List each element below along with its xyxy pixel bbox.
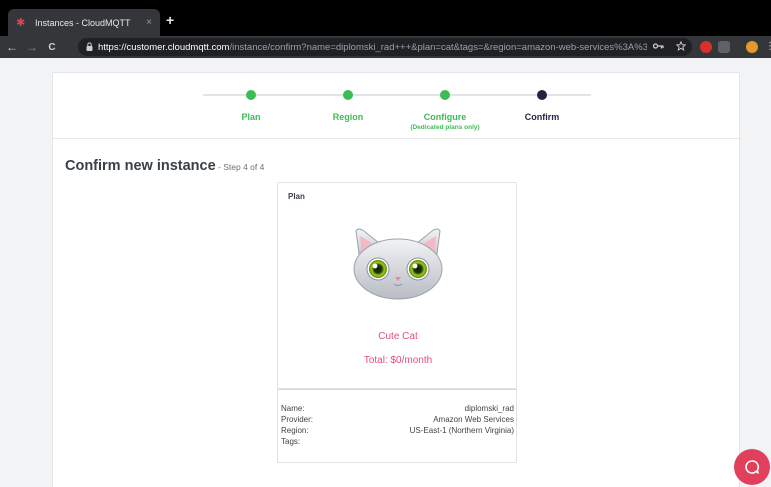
page-title: Confirm new instance - Step 4 of 4	[65, 157, 264, 175]
chat-button[interactable]	[734, 449, 770, 485]
detail-row-provider: Provider: Amazon Web Services	[281, 414, 514, 425]
progress-track-done	[251, 94, 543, 96]
step-sublabel-configure: (Dedicated plans only)	[410, 124, 480, 131]
plan-total: Total: $0/month	[363, 355, 433, 366]
detail-label: Name:	[281, 404, 305, 413]
detail-value: US-East-1 (Northern Virginia)	[409, 426, 514, 435]
browser-toolbar: ← → C https://customer.cloudmqtt.com/ins…	[0, 36, 771, 58]
detail-row-tags: Tags:	[281, 436, 514, 447]
step-dot-confirm	[537, 90, 547, 100]
address-bar[interactable]: https://customer.cloudmqtt.com/instance/…	[78, 38, 692, 56]
cloudmqtt-favicon-icon: ✱	[16, 16, 26, 29]
reload-icon[interactable]: C	[44, 42, 60, 53]
menu-icon[interactable]: ⋮	[765, 41, 771, 53]
page-title-text: Confirm new instance	[65, 158, 216, 174]
main-card: Plan Region Configure (Dedicated plans o…	[52, 72, 741, 487]
star-icon[interactable]	[675, 40, 687, 53]
step-dot-configure[interactable]	[440, 90, 450, 100]
plan-card: Plan Cute Cat Total: $0/month	[277, 182, 517, 389]
step-dot-plan[interactable]	[246, 90, 256, 100]
step-progress: Plan Region Configure (Dedicated plans o…	[53, 73, 741, 139]
new-tab-button[interactable]: +	[166, 13, 174, 27]
detail-value: Amazon Web Services	[433, 415, 514, 424]
detail-row-region: Region: US-East-1 (Northern Virginia)	[281, 425, 514, 436]
profile-avatar[interactable]	[746, 41, 758, 53]
key-icon[interactable]	[652, 42, 664, 52]
detail-label: Region:	[281, 426, 309, 435]
tab-title: Instances - CloudMQTT	[35, 17, 131, 28]
browser-tab-bar: ✱ Instances - CloudMQTT × +	[0, 0, 771, 36]
forward-icon[interactable]: →	[24, 40, 40, 54]
plan-section-label: Plan	[288, 192, 305, 201]
step-indicator: - Step 4 of 4	[215, 162, 265, 172]
chat-bubble-icon	[745, 460, 760, 474]
lock-icon	[86, 41, 93, 53]
cute-cat-icon	[353, 228, 443, 300]
back-icon[interactable]: ←	[4, 40, 20, 54]
plan-name: Cute Cat	[378, 331, 418, 342]
instance-details: Name: diplomski_rad Provider: Amazon Web…	[277, 389, 517, 463]
browser-tab[interactable]: ✱ Instances - CloudMQTT ×	[8, 9, 160, 36]
step-label-confirm: Confirm	[524, 112, 560, 122]
detail-row-name: Name: diplomski_rad	[281, 403, 514, 414]
detail-value: diplomski_rad	[464, 404, 514, 413]
extension-icon[interactable]	[718, 41, 730, 53]
url-text: https://customer.cloudmqtt.com/instance/…	[98, 41, 647, 53]
tab-close-icon[interactable]: ×	[146, 17, 152, 28]
extension-adblock-icon[interactable]	[700, 41, 712, 53]
detail-label: Provider:	[281, 415, 314, 424]
detail-label: Tags:	[281, 437, 301, 446]
step-dot-region[interactable]	[343, 90, 353, 100]
